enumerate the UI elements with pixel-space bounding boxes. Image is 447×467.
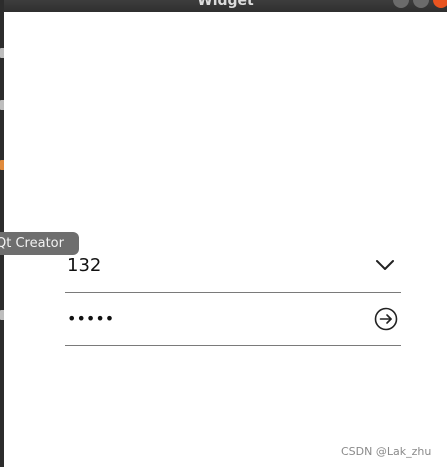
password-field[interactable]: ••••• bbox=[65, 303, 401, 346]
title-bar[interactable]: Widget bbox=[4, 0, 447, 12]
watermark: CSDN @Lak_zhu bbox=[341, 445, 432, 458]
arrow-right-circle-icon[interactable] bbox=[374, 307, 398, 331]
tooltip-text: Qt Creator bbox=[0, 236, 64, 251]
password-value[interactable]: ••••• bbox=[67, 309, 114, 328]
window-title: Widget bbox=[197, 0, 254, 9]
chevron-down-icon[interactable] bbox=[375, 258, 395, 272]
account-combobox[interactable]: 132 bbox=[65, 250, 401, 293]
account-value[interactable]: 132 bbox=[67, 255, 101, 276]
qt-creator-tooltip: Qt Creator bbox=[0, 232, 79, 255]
